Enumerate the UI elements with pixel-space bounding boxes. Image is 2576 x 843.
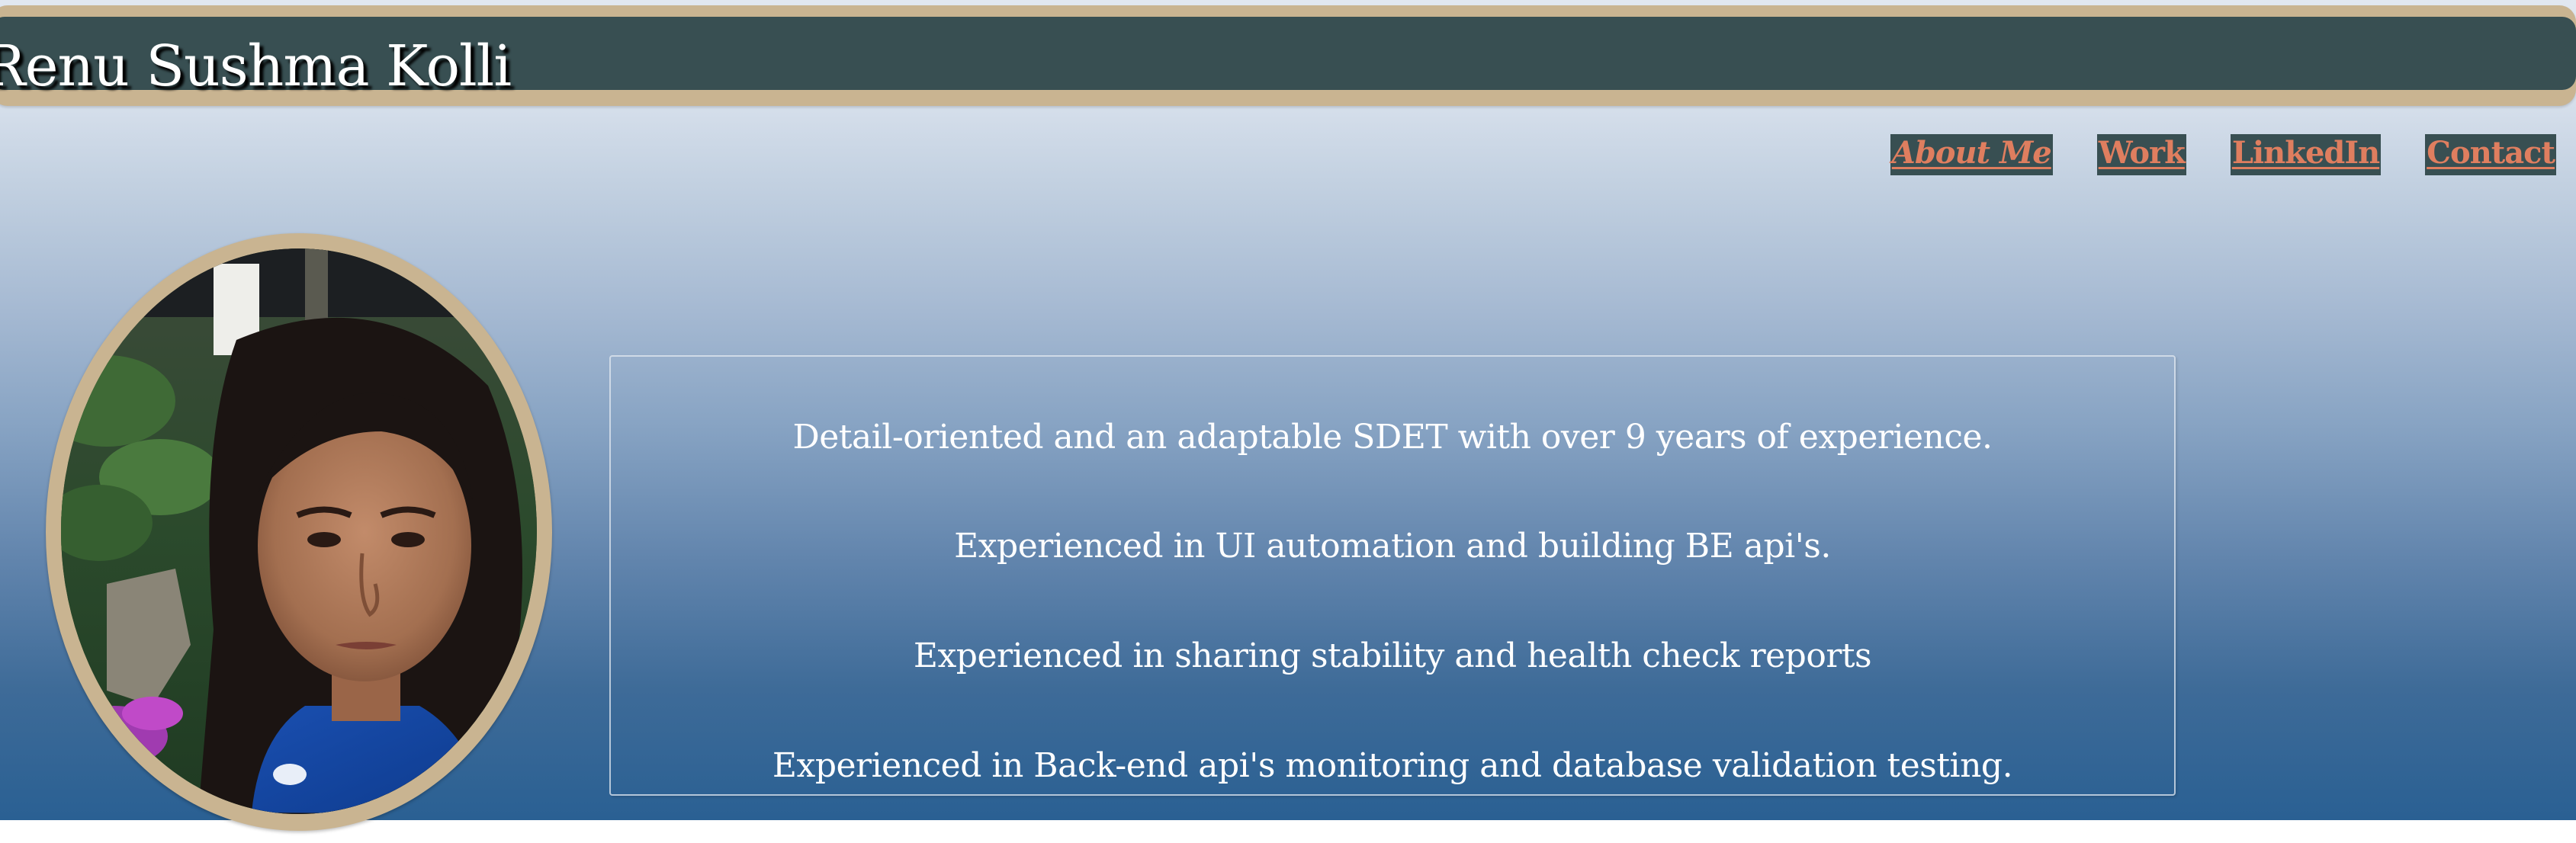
- nav-link-contact[interactable]: Contact: [2425, 134, 2556, 175]
- main-nav: About Me Work LinkedIn Contact: [1890, 134, 2556, 175]
- header: Renu Sushma Kolli: [0, 17, 2576, 99]
- page: Renu Sushma Kolli About Me Work LinkedIn…: [0, 0, 2576, 843]
- nav-link-linkedin[interactable]: LinkedIn: [2230, 134, 2382, 175]
- bio-line-backend-testing: Experienced in Back-end api's monitoring…: [772, 746, 2013, 785]
- site-title: Renu Sushma Kolli: [0, 34, 512, 99]
- bio-line-summary: Detail-oriented and an adaptable SDET wi…: [792, 418, 1993, 457]
- bio-line-reports: Experienced in sharing stability and hea…: [913, 636, 1872, 675]
- profile-photo: [61, 248, 537, 814]
- nav-link-about-me[interactable]: About Me: [1890, 134, 2053, 175]
- page-footer-strip: [0, 820, 2576, 843]
- bio-line-ui-automation: Experienced in UI automation and buildin…: [954, 527, 1831, 566]
- nav-link-work[interactable]: Work: [2096, 134, 2186, 175]
- portrait-image: [61, 248, 537, 814]
- bio-card: Detail-oriented and an adaptable SDET wi…: [609, 355, 2176, 796]
